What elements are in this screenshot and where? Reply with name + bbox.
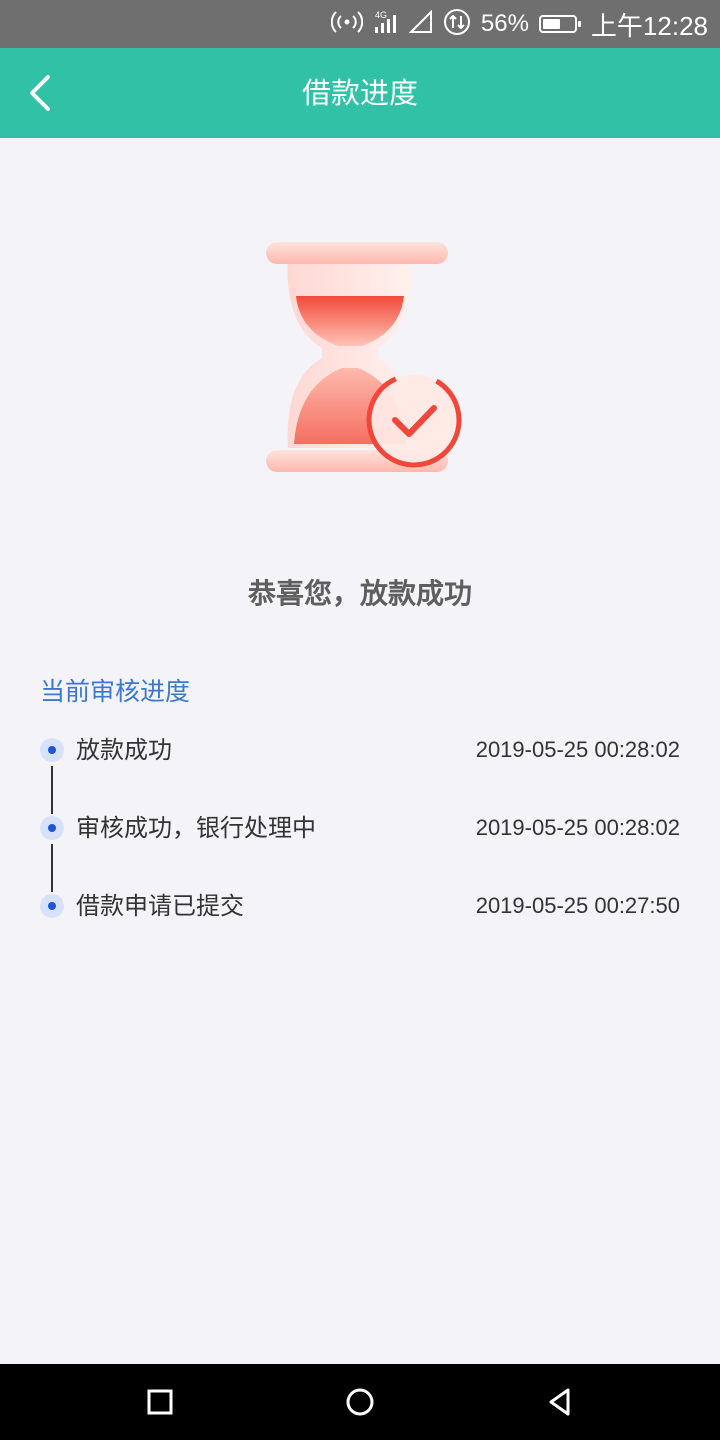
screen: 4G 56% 上午12:28 借款进度 恭喜您，放款成功 当前审核进度 放款成功… <box>0 0 720 1440</box>
back-button[interactable] <box>16 68 66 118</box>
battery-icon <box>538 15 581 33</box>
svg-text:4G: 4G <box>375 10 387 20</box>
timeline-connector <box>51 766 53 814</box>
home-button[interactable] <box>335 1377 385 1427</box>
recent-apps-icon <box>147 1389 173 1415</box>
back-icon <box>549 1388 570 1416</box>
system-nav-bar <box>0 1364 720 1440</box>
step-time: 2019-05-25 00:28:02 <box>475 737 680 762</box>
success-message: 恭喜您，放款成功 <box>247 577 472 610</box>
timeline-dot-icon <box>40 894 64 918</box>
hotspot-icon <box>330 10 364 38</box>
hourglass-check-illustration <box>250 230 480 480</box>
timeline-step: 审核成功，银行处理中 2019-05-25 00:28:02 <box>40 808 680 848</box>
clock: 上午12:28 <box>590 10 708 41</box>
page-title: 借款进度 <box>301 76 418 110</box>
step-label: 放款成功 <box>76 736 172 764</box>
data-icon <box>443 8 471 40</box>
timeline-connector <box>51 844 53 892</box>
timeline-step: 借款申请已提交 2019-05-25 00:27:50 <box>40 886 680 926</box>
signal-4g-icon: 4G <box>373 9 399 39</box>
step-time: 2019-05-25 00:27:50 <box>475 893 680 918</box>
step-time: 2019-05-25 00:28:02 <box>475 815 680 840</box>
nav-back-button[interactable] <box>535 1377 585 1427</box>
battery-percent: 56% <box>480 10 529 37</box>
title-bar: 借款进度 <box>0 48 720 138</box>
step-label: 借款申请已提交 <box>76 892 244 920</box>
step-label: 审核成功，银行处理中 <box>76 814 316 842</box>
chevron-left-icon <box>30 75 50 111</box>
status-bar: 4G 56% 上午12:28 <box>0 0 720 48</box>
progress-heading: 当前审核进度 <box>40 677 191 706</box>
recent-apps-button[interactable] <box>135 1377 185 1427</box>
signal-empty-icon <box>408 9 433 38</box>
battery-level <box>542 19 560 29</box>
timeline-dot-icon <box>40 738 64 762</box>
timeline-step: 放款成功 2019-05-25 00:28:02 <box>40 730 680 770</box>
timeline-dot-icon <box>40 816 64 840</box>
home-icon <box>346 1388 374 1416</box>
